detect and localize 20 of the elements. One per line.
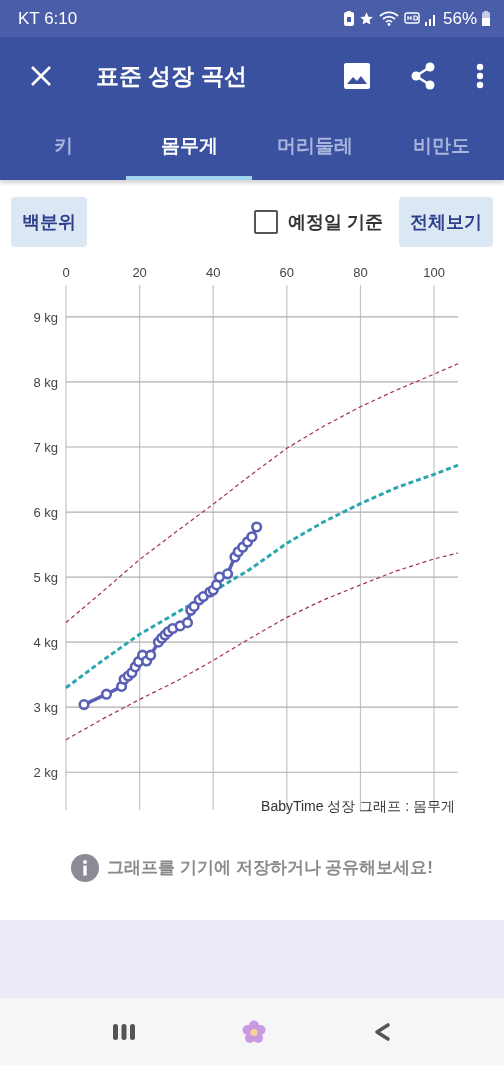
y-tick-label: 3 kg [33,700,58,716]
status-time: KT 6:10 [18,8,78,29]
y-tick-label: 6 kg [33,505,58,521]
info-text: 그래프를 기기에 저장하거나 공유해보세요! [107,857,433,879]
y-tick-label: 9 kg [33,309,58,325]
x-tick-label: 40 [206,265,221,280]
x-tick-label: 60 [279,265,295,280]
screen-title: 표준 성장 곡선 [96,61,248,91]
x-tick-label: 100 [423,265,445,280]
battery-percent: 56% [442,8,477,29]
y-tick-label: 8 kg [33,374,58,390]
y-tick-label: 2 kg [33,765,58,781]
x-tick-label: 80 [353,265,368,280]
y-tick-label: 5 kg [33,570,58,586]
y-tick-label: 4 kg [33,635,58,651]
checkbox-label: 예정일 기준 [288,211,383,234]
chart-caption: BabyTime 성장 그래프 : 몸무게 [261,798,455,814]
x-tick-label: 20 [132,265,147,280]
x-tick-label: 0 [62,265,70,280]
y-tick-label: 7 kg [33,440,58,455]
